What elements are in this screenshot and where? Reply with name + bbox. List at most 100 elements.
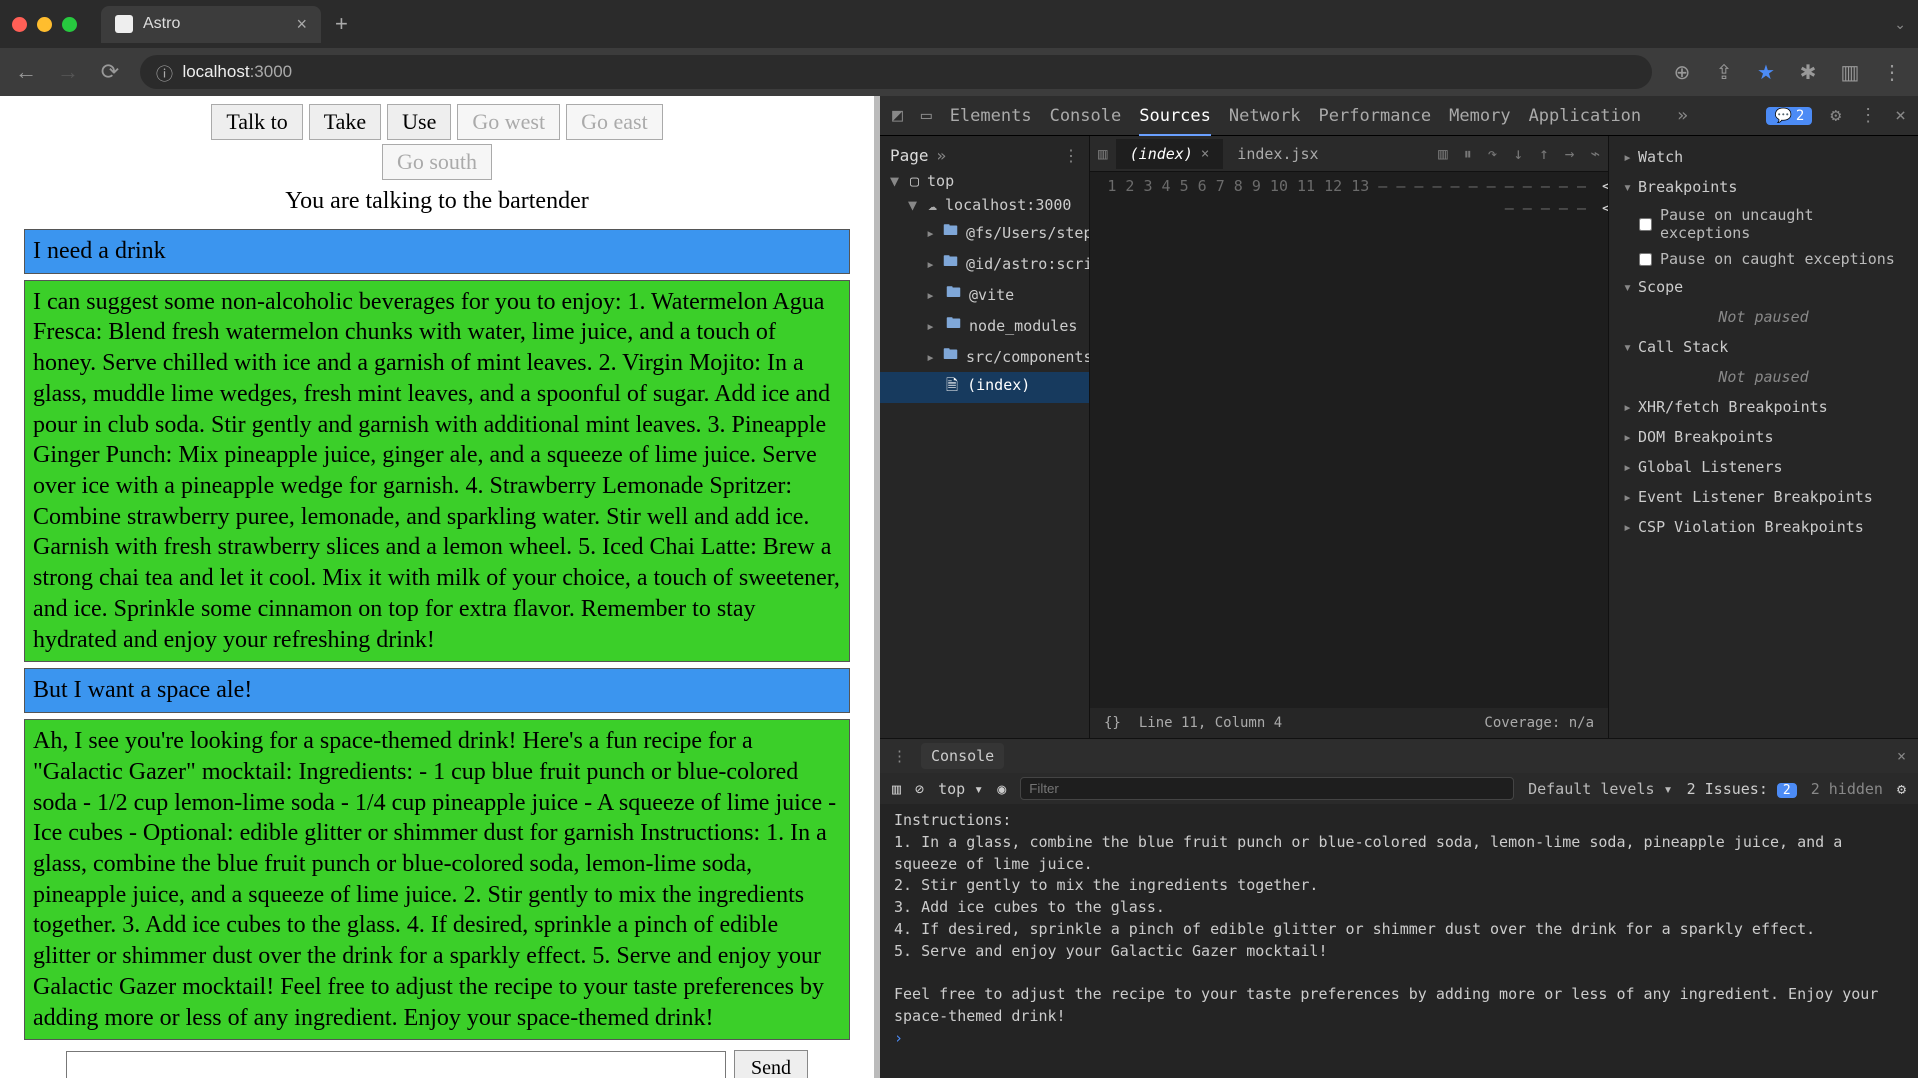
tree-host[interactable]: ▼☁ localhost:3000 [880, 193, 1089, 217]
share-icon[interactable]: ⇪ [1712, 60, 1736, 85]
breakpoints-section[interactable]: ▾Breakpoints [1609, 172, 1918, 202]
tree-item[interactable]: ▸🖿 node_modules [880, 310, 1089, 341]
console-output[interactable]: Instructions: 1. In a glass, combine the… [880, 804, 1918, 1078]
dom-bp-section[interactable]: ▸DOM Breakpoints [1609, 422, 1918, 452]
bp-uncaught-checkbox[interactable]: Pause on uncaught exceptions [1609, 202, 1918, 246]
close-devtools-icon[interactable]: × [1895, 105, 1906, 126]
xhr-bp-section[interactable]: ▸XHR/fetch Breakpoints [1609, 392, 1918, 422]
go-south-button: Go south [382, 144, 492, 180]
browser-toolbar: ← → ⟳ ⓘ localhost:3000 ⊕ ⇪ ★ ✱ ▥ ⋮ [0, 48, 1918, 96]
global-listeners-section[interactable]: ▸Global Listeners [1609, 452, 1918, 482]
close-file-icon[interactable]: × [1201, 146, 1209, 162]
tab-overflow-icon[interactable]: ⌄ [1894, 16, 1906, 33]
favicon-icon [115, 15, 133, 33]
reload-button[interactable]: ⟳ [98, 59, 122, 85]
user-message: But I want a space ale! [24, 668, 850, 713]
live-expression-icon[interactable]: ◉ [997, 780, 1006, 798]
bot-message: I can suggest some non-alcoholic beverag… [24, 280, 850, 663]
clear-console-icon[interactable]: ⊘ [915, 780, 924, 798]
step-icon[interactable]: → [1557, 144, 1583, 163]
editor-file-tabs: ▥ (index) ×index.jsx ▥ ⏸ ↷ ↓ ↑ → ⌁ [1090, 136, 1608, 172]
issues-badge[interactable]: 💬 2 [1766, 107, 1812, 125]
console-issues-label[interactable]: 2 Issues: 2 [1687, 780, 1797, 798]
browser-tab[interactable]: Astro × [101, 6, 321, 43]
braces-icon[interactable]: {} [1104, 715, 1121, 731]
pause-icon[interactable]: ⏸ [1456, 144, 1480, 164]
scope-not-paused: Not paused [1609, 302, 1918, 332]
scope-section[interactable]: ▾Scope [1609, 272, 1918, 302]
callstack-section[interactable]: ▾Call Stack [1609, 332, 1918, 362]
settings-icon[interactable]: ⚙ [1830, 105, 1841, 126]
code-content[interactable]: <!DOCTYPE html> <html lang="en" style="h… [1596, 172, 1608, 708]
close-drawer-icon[interactable]: × [1897, 747, 1906, 765]
go-east-button: Go east [566, 104, 663, 140]
devtools-tab-elements[interactable]: Elements [950, 106, 1032, 126]
navigator-page-tab[interactable]: Page » ⋮ [880, 142, 1089, 169]
close-tab-icon[interactable]: × [296, 14, 307, 35]
maximize-window-icon[interactable] [62, 17, 77, 32]
console-prompt-icon[interactable]: › [894, 1029, 903, 1047]
log-levels-dropdown[interactable]: Default levels ▾ [1528, 780, 1673, 798]
tree-item[interactable]: ▸🖿 @fs/Users/stepha [880, 217, 1089, 248]
zoom-icon[interactable]: ⊕ [1670, 60, 1694, 85]
bp-caught-checkbox[interactable]: Pause on caught exceptions [1609, 246, 1918, 272]
devtools-tab-sources[interactable]: Sources [1139, 106, 1211, 136]
send-button[interactable]: Send [734, 1050, 808, 1078]
devtools-menu-icon[interactable]: ⋮ [1859, 105, 1877, 126]
file-tab[interactable]: (index) × [1116, 139, 1224, 169]
url-port: :3000 [250, 62, 293, 82]
bot-message: Ah, I see you're looking for a space-the… [24, 719, 850, 1040]
toggle-sidebar-icon[interactable]: ▥ [1430, 144, 1456, 163]
bookmark-star-icon[interactable]: ★ [1754, 60, 1778, 85]
console-settings-icon[interactable]: ⚙ [1897, 780, 1906, 798]
more-tabs-icon[interactable]: » [1677, 105, 1688, 126]
execution-context[interactable]: top ▾ [938, 780, 983, 798]
tree-item[interactable]: ▸🖿 @id/astro:scripts [880, 248, 1089, 279]
devtools-tab-application[interactable]: Application [1529, 106, 1642, 126]
device-toggle-icon[interactable]: ▭ [921, 105, 932, 126]
editor-status-bar: {} Line 11, Column 4 Coverage: n/a [1090, 708, 1608, 738]
callstack-not-paused: Not paused [1609, 362, 1918, 392]
take-button[interactable]: Take [309, 104, 381, 140]
sidepanel-icon[interactable]: ▥ [1838, 60, 1862, 85]
tree-item[interactable]: 🗎 (index) [880, 372, 1089, 403]
cursor-position: Line 11, Column 4 [1139, 715, 1282, 731]
devtools-tab-console[interactable]: Console [1050, 106, 1122, 126]
debugger-sidebar: ▸Watch ▾Breakpoints Pause on uncaught ex… [1608, 136, 1918, 738]
extensions-icon[interactable]: ✱ [1796, 60, 1820, 85]
console-sidebar-icon[interactable]: ▥ [892, 780, 901, 798]
user-message: I need a drink [24, 229, 850, 274]
chrome-menu-icon[interactable]: ⋮ [1880, 60, 1904, 85]
devtools-tab-network[interactable]: Network [1229, 106, 1301, 126]
csp-bp-section[interactable]: ▸CSP Violation Breakpoints [1609, 512, 1918, 542]
event-bp-section[interactable]: ▸Event Listener Breakpoints [1609, 482, 1918, 512]
tab-title: Astro [143, 15, 180, 33]
tree-item[interactable]: ▸🖿 @vite [880, 279, 1089, 310]
site-info-icon[interactable]: ⓘ [156, 60, 173, 85]
drawer-menu-icon[interactable]: ⋮ [892, 747, 907, 765]
watch-section[interactable]: ▸Watch [1609, 142, 1918, 172]
chat-input[interactable] [66, 1051, 726, 1078]
file-nav-icon[interactable]: ▥ [1090, 144, 1116, 163]
tree-item[interactable]: ▸🖿 src/components [880, 341, 1089, 372]
step-into-icon[interactable]: ↓ [1505, 144, 1531, 163]
devtools-tab-performance[interactable]: Performance [1319, 106, 1432, 126]
file-tab[interactable]: index.jsx [1223, 139, 1332, 169]
devtools-tab-memory[interactable]: Memory [1449, 106, 1510, 126]
talk-to-button[interactable]: Talk to [211, 104, 302, 140]
drawer-header: ⋮ Console × [880, 739, 1918, 773]
console-filter-input[interactable] [1020, 777, 1514, 800]
new-tab-button[interactable]: + [335, 11, 348, 37]
deactivate-bp-icon[interactable]: ⌁ [1582, 144, 1608, 163]
use-button[interactable]: Use [387, 104, 451, 140]
minimize-window-icon[interactable] [37, 17, 52, 32]
step-out-icon[interactable]: ↑ [1531, 144, 1557, 163]
inspect-icon[interactable]: ◩ [892, 105, 903, 126]
close-window-icon[interactable] [12, 17, 27, 32]
address-bar[interactable]: ⓘ localhost:3000 [140, 55, 1652, 89]
tree-top[interactable]: ▼▢ top [880, 169, 1089, 193]
navigator-menu-icon[interactable]: ⋮ [1063, 146, 1079, 165]
drawer-tab-console[interactable]: Console [921, 743, 1004, 769]
step-over-icon[interactable]: ↷ [1480, 144, 1506, 163]
back-button[interactable]: ← [14, 59, 38, 85]
